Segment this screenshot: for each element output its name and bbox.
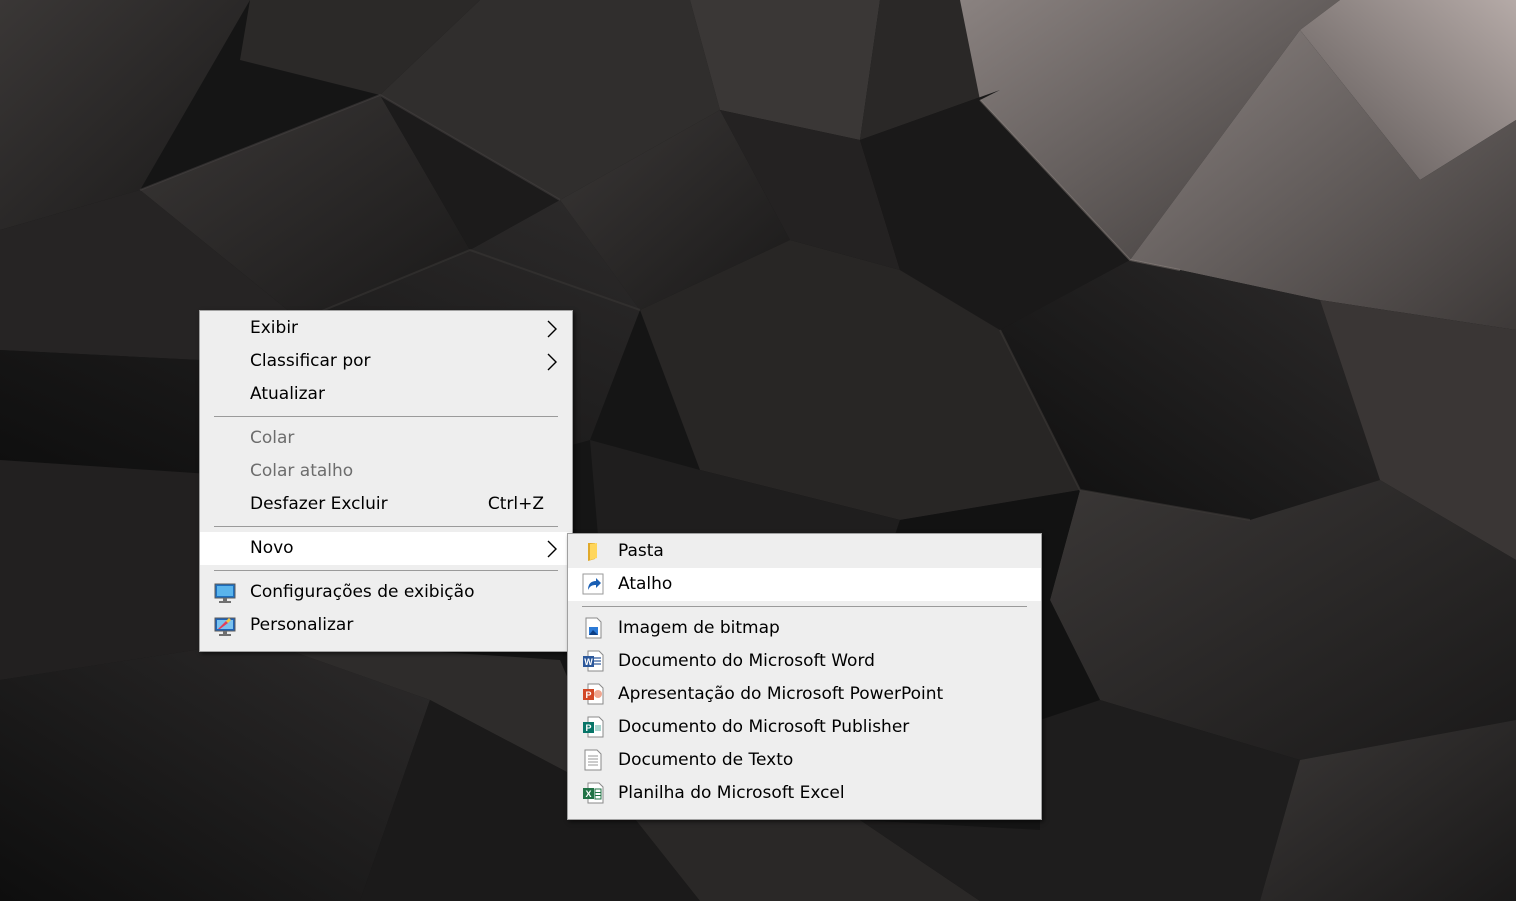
submenu-item-label: Documento do Microsoft Word [618, 651, 875, 671]
chevron-right-icon [547, 540, 557, 558]
personalize-icon [214, 617, 236, 636]
menu-item-label: Configurações de exibição [250, 582, 475, 602]
menu-item-desfazer-excluir[interactable]: Desfazer Excluir Ctrl+Z [200, 488, 572, 521]
menu-item-label: Classificar por [250, 351, 371, 371]
menu-item-label: Exibir [250, 318, 299, 338]
submenu-item-label: Planilha do Microsoft Excel [618, 783, 845, 803]
menu-separator [582, 606, 1027, 607]
svg-text:P: P [585, 690, 591, 700]
svg-text:X: X [585, 789, 591, 799]
shortcut-icon [582, 573, 604, 595]
chevron-right-icon [547, 353, 557, 371]
submenu-item-label: Documento de Texto [618, 750, 794, 770]
submenu-item-label: Apresentação do Microsoft PowerPoint [618, 684, 944, 704]
publisher-icon: P [583, 716, 604, 738]
text-document-icon [584, 749, 602, 771]
menu-item-classificar-por[interactable]: Classificar por [200, 345, 572, 378]
submenu-item-atalho[interactable]: Atalho [568, 568, 1041, 601]
menu-separator [214, 570, 558, 571]
menu-item-atualizar[interactable]: Atualizar [200, 378, 572, 411]
menu-item-label: Colar [250, 428, 295, 448]
excel-icon: X [583, 782, 604, 804]
svg-text:P: P [585, 723, 591, 733]
submenu-item-documento-publisher[interactable]: P Documento do Microsoft Publisher [568, 711, 1041, 744]
menu-item-colar-atalho: Colar atalho [200, 455, 572, 488]
submenu-item-documento-word[interactable]: W Documento do Microsoft Word [568, 645, 1041, 678]
desktop[interactable]: Exibir Classificar por Atualizar Colar C… [0, 0, 1516, 901]
submenu-item-apresentacao-powerpoint[interactable]: P Apresentação do Microsoft PowerPoint [568, 678, 1041, 711]
menu-item-colar: Colar [200, 422, 572, 455]
menu-separator [214, 416, 558, 417]
display-settings-icon [214, 583, 236, 603]
menu-item-exibir[interactable]: Exibir [200, 312, 572, 345]
menu-item-label: Novo [250, 538, 294, 558]
desktop-context-menu: Exibir Classificar por Atualizar Colar C… [199, 310, 573, 652]
bitmap-icon [585, 617, 602, 639]
menu-item-personalizar[interactable]: Personalizar [200, 609, 572, 642]
folder-icon [588, 543, 597, 561]
submenu-item-planilha-excel[interactable]: X Planilha do Microsoft Excel [568, 777, 1041, 810]
submenu-item-pasta[interactable]: Pasta [568, 535, 1041, 568]
menu-item-label: Atualizar [250, 384, 325, 404]
menu-item-label: Colar atalho [250, 461, 354, 481]
submenu-item-label: Documento do Microsoft Publisher [618, 717, 910, 737]
menu-separator [214, 526, 558, 527]
submenu-item-imagem-de-bitmap[interactable]: Imagem de bitmap [568, 612, 1041, 645]
word-icon: W [583, 650, 604, 672]
menu-item-novo[interactable]: Novo [200, 532, 572, 565]
submenu-item-label: Imagem de bitmap [618, 618, 780, 638]
menu-item-label: Desfazer Excluir [250, 494, 388, 514]
submenu-item-label: Atalho [618, 574, 673, 594]
submenu-item-label: Pasta [618, 541, 664, 561]
svg-text:W: W [584, 657, 593, 667]
shortcut-hint: Ctrl+Z [487, 494, 544, 514]
chevron-right-icon [547, 320, 557, 338]
menu-item-configuracoes-de-exibicao[interactable]: Configurações de exibição [200, 576, 572, 609]
submenu-item-documento-de-texto[interactable]: Documento de Texto [568, 744, 1041, 777]
new-submenu: Pasta Atalho Imagem de bitmap W Document… [567, 533, 1042, 820]
menu-item-label: Personalizar [250, 615, 354, 635]
powerpoint-icon: P [583, 683, 604, 705]
